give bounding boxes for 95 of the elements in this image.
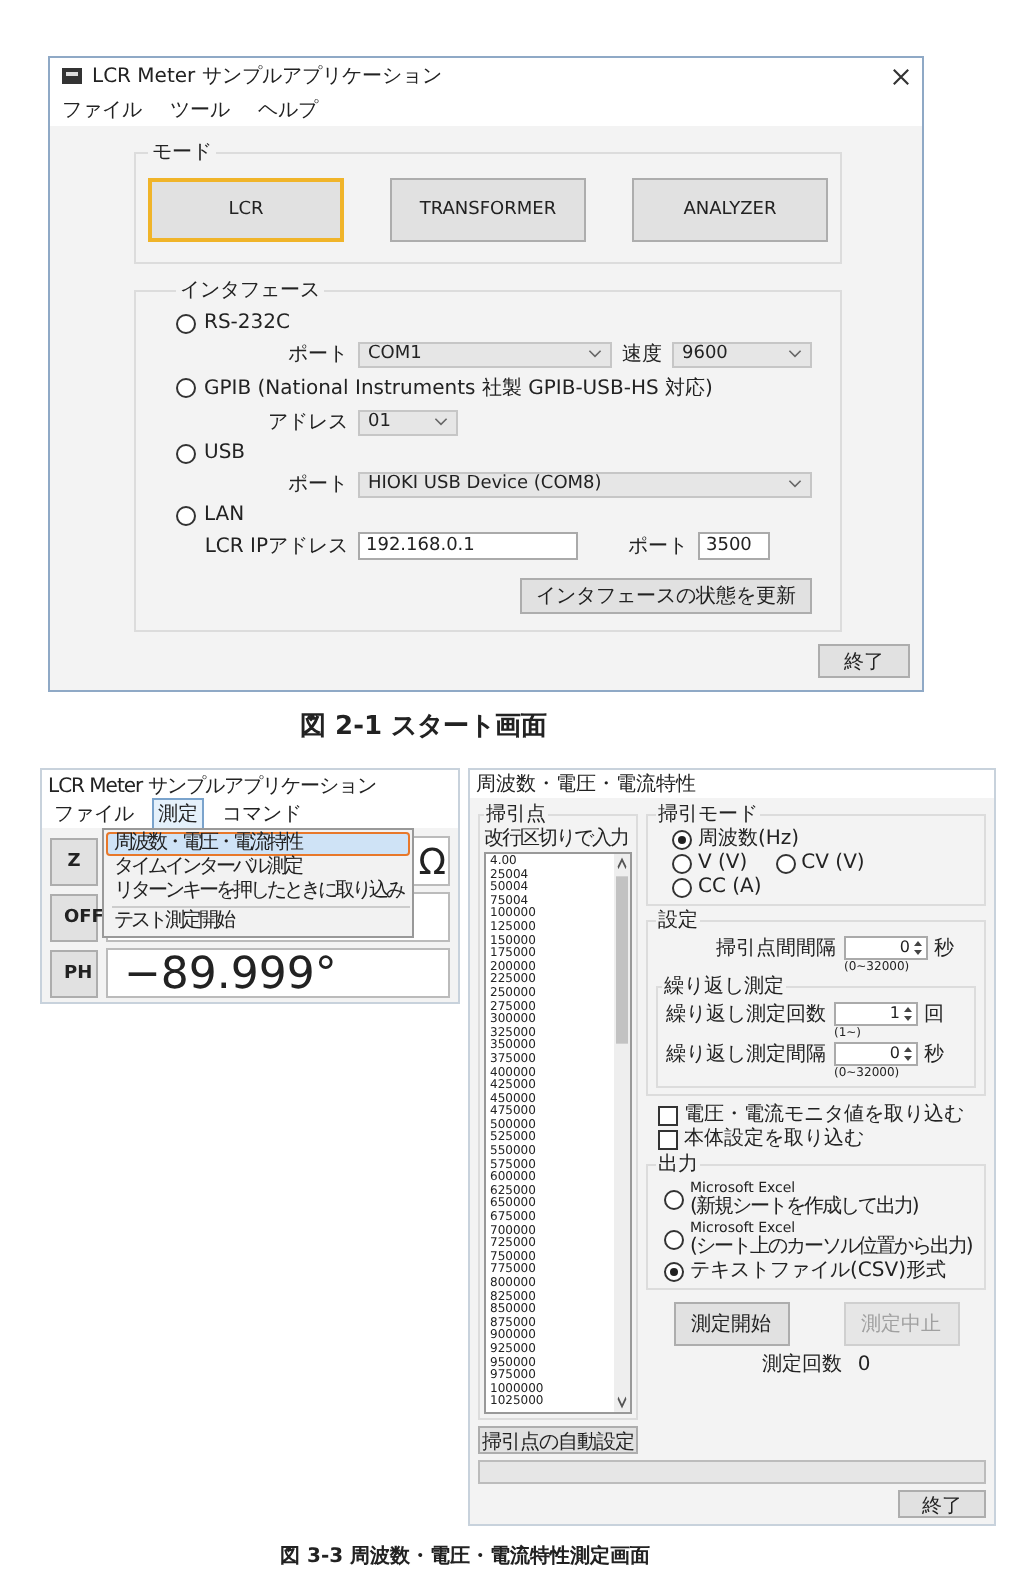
- window-title: LCR Meter サンプルアプリケーション: [92, 63, 444, 90]
- radio-label: RS-232C: [204, 312, 290, 334]
- setting-label: 繰り返し測定回数: [664, 1002, 826, 1026]
- group-title: 出力: [656, 1154, 700, 1176]
- setting-label: 繰り返し測定間隔: [664, 1042, 826, 1066]
- number-field[interactable]: 0: [834, 1042, 918, 1066]
- radio-button[interactable]: [176, 505, 196, 525]
- dropdown[interactable]: 9600: [672, 341, 812, 367]
- field-label: ポート: [286, 472, 348, 498]
- group-title: モード: [150, 140, 214, 166]
- chevron-icon: [434, 418, 448, 426]
- reading-display: −89.999°: [106, 948, 450, 998]
- radio-button[interactable]: [672, 853, 692, 873]
- mode-button[interactable]: TRANSFORMER: [390, 178, 586, 242]
- parameter-button[interactable]: OFF: [50, 893, 98, 941]
- radio-button[interactable]: [672, 829, 692, 849]
- menu-item[interactable]: ツール: [170, 96, 230, 124]
- dropdown[interactable]: 01: [358, 409, 458, 435]
- number-field[interactable]: 0: [844, 936, 928, 960]
- menu-item[interactable]: リターンキーを押したときに取り込み: [106, 880, 409, 904]
- menu-item[interactable]: ファイル: [62, 96, 142, 124]
- field-label: LCR IPアドレス: [204, 534, 348, 560]
- checkbox[interactable]: [658, 1129, 678, 1149]
- radio-button[interactable]: [775, 853, 796, 873]
- hint-text: 改行区切りで入力: [484, 828, 630, 850]
- radio-label: テキストファイル(CSV)形式: [690, 1260, 946, 1282]
- menu-item[interactable]: ヘルプ: [258, 96, 318, 124]
- close-icon[interactable]: [892, 67, 910, 85]
- figure-caption: 図 2-1 スタート画面: [298, 710, 550, 746]
- radio-label: 周波数(Hz): [698, 828, 800, 850]
- parameter-button[interactable]: PH: [50, 949, 98, 997]
- setting-label: 掃引点間間隔: [714, 936, 836, 960]
- menu-item[interactable]: タイムインターバル測定: [106, 856, 409, 880]
- window-title: 周波数・電圧・電流特性: [476, 773, 696, 795]
- radio-label: GPIB (National Instruments 社製 GPIB-USB-HS 対応): [204, 375, 713, 402]
- text-field[interactable]: 192.168.0.1: [358, 532, 578, 560]
- radio-button[interactable]: [664, 1229, 684, 1249]
- count-label: 測定回数: [761, 1354, 842, 1376]
- update-button[interactable]: インタフェースの状態を更新: [520, 578, 812, 614]
- chevron-icon: [788, 480, 802, 488]
- group-title: 掃引モード: [656, 804, 760, 826]
- checkbox-label: 電圧・電流モニタ値を取り込む: [684, 1104, 964, 1126]
- unit-label: 秒: [934, 937, 954, 959]
- app-icon: [62, 68, 82, 84]
- radio-label: V (V): [698, 852, 748, 874]
- parameter-button[interactable]: Z: [50, 837, 98, 885]
- radio-label: CV (V): [801, 852, 865, 874]
- menu-item[interactable]: コマンド: [216, 798, 308, 830]
- checkbox-label: 本体設定を取り込む: [684, 1128, 864, 1150]
- mode-button[interactable]: LCR: [148, 178, 344, 242]
- auto-set-button[interactable]: 掃引点の自動設定: [478, 1425, 638, 1454]
- radio-label: LAN: [204, 504, 245, 526]
- radio-button[interactable]: [664, 1261, 684, 1281]
- field-label: アドレス: [266, 410, 348, 436]
- text-field[interactable]: 3500: [698, 532, 770, 560]
- scrollbar[interactable]: [614, 854, 630, 1412]
- spinner-arrows-icon[interactable]: [902, 1044, 914, 1064]
- dropdown[interactable]: HIOKI USB Device (COM8): [358, 471, 812, 497]
- figure-caption: 図 3-3 周波数・電圧・電流特性測定画面: [278, 1542, 653, 1572]
- radio-button[interactable]: [176, 313, 196, 333]
- unit-label: 秒: [924, 1043, 944, 1065]
- radio-note: (新規シートを作成して出力): [690, 1196, 918, 1218]
- mode-button[interactable]: ANALYZER: [632, 178, 828, 242]
- unit-label: 回: [924, 1003, 944, 1025]
- field-label: ポート: [628, 534, 688, 560]
- exit-button[interactable]: 終了: [898, 1489, 986, 1518]
- count-value: 0: [857, 1354, 871, 1376]
- radio-button[interactable]: [672, 877, 692, 897]
- exit-button[interactable]: 終了: [818, 644, 910, 678]
- menu-item[interactable]: 周波数・電圧・電流特性: [106, 832, 409, 856]
- spinner-arrows-icon[interactable]: [902, 1004, 914, 1024]
- spinner-arrows-icon[interactable]: [912, 938, 924, 958]
- list-box[interactable]: [484, 852, 632, 1414]
- start-button[interactable]: 測定開始: [673, 1302, 789, 1346]
- field-label: ポート: [286, 342, 348, 368]
- checkbox[interactable]: [658, 1105, 678, 1125]
- chevron-icon: [788, 350, 802, 358]
- menu-item[interactable]: 測定: [152, 798, 204, 830]
- radio-button[interactable]: [176, 378, 196, 398]
- group-title: 設定: [656, 910, 700, 932]
- number-field[interactable]: 1: [834, 1002, 918, 1026]
- chevron-icon: [588, 350, 602, 358]
- radio-button[interactable]: [176, 443, 196, 463]
- dropdown[interactable]: COM1: [358, 341, 612, 367]
- group-title: インタフェース: [178, 278, 322, 304]
- radio-button[interactable]: [664, 1189, 684, 1209]
- radio-label: USB: [204, 442, 246, 464]
- field-label: 速度: [622, 341, 662, 368]
- menu-item[interactable]: ファイル: [48, 798, 140, 830]
- group-title: 繰り返し測定: [662, 976, 786, 998]
- group-title: 掃引点: [484, 804, 548, 826]
- menu-item[interactable]: テスト測定開始: [106, 910, 409, 934]
- radio-label: CC (A): [698, 876, 762, 898]
- radio-note: (シート上のカーソル位置から出力): [690, 1236, 972, 1258]
- window-title: LCR Meter サンプルアプリケーション: [48, 773, 376, 799]
